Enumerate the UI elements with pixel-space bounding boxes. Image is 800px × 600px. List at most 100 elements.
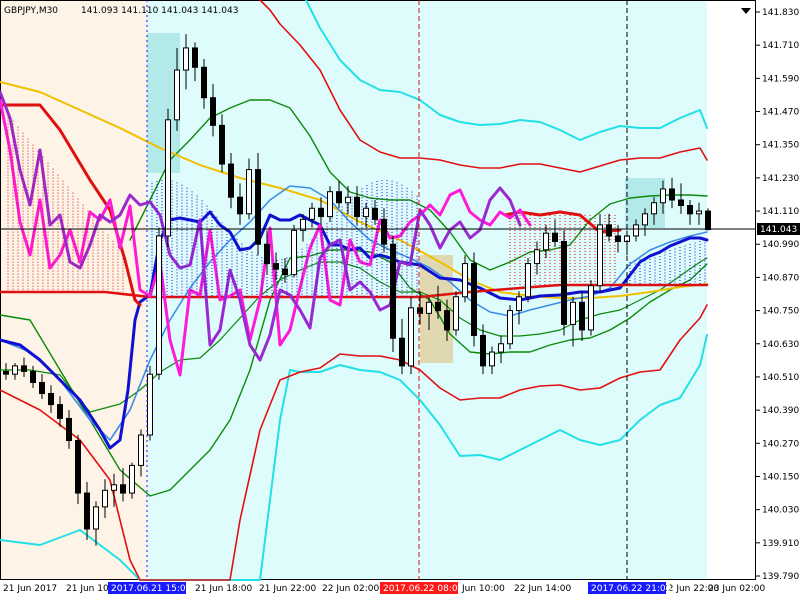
- candle-body: [381, 218, 387, 245]
- candle-body: [66, 417, 72, 442]
- candle-body: [327, 191, 333, 218]
- candle-body: [12, 365, 18, 375]
- candle-body: [84, 492, 90, 530]
- candle-body: [471, 263, 477, 336]
- time-axis-label: 21 Jun 18:00: [195, 584, 252, 594]
- candle-body: [597, 224, 603, 287]
- candle-body: [210, 97, 216, 126]
- candle-body: [480, 334, 486, 367]
- candle-body: [120, 484, 126, 494]
- price-tick-label: 141.710: [762, 41, 799, 51]
- candle-body: [237, 196, 243, 215]
- date-tag-blue-2: 2017.06.22 21:00: [591, 584, 672, 594]
- candle-body: [489, 351, 495, 367]
- candle-body: [336, 191, 342, 204]
- price-tick-label: 139.790: [762, 572, 799, 582]
- time-axis-label: 21 Jun 2017: [3, 584, 57, 594]
- time-axis-label: 23 Jun 02:00: [708, 584, 765, 594]
- candle-body: [75, 440, 81, 494]
- candle-body: [138, 434, 144, 466]
- candle-body: [165, 119, 171, 237]
- candle-body: [570, 301, 576, 325]
- price-tick-label: 141.470: [762, 108, 799, 118]
- candle-body: [408, 307, 414, 367]
- candle-body: [633, 224, 639, 237]
- price-tick-label: 141.350: [762, 141, 799, 151]
- candle-body: [615, 235, 621, 242]
- candle-body: [435, 301, 441, 312]
- candle-body: [642, 213, 648, 226]
- candle-body: [93, 506, 99, 530]
- candle-body: [129, 464, 135, 494]
- candle-body: [48, 393, 54, 406]
- candle-body: [651, 202, 657, 215]
- candle-body: [354, 196, 360, 218]
- candle-body: [156, 235, 162, 375]
- price-tick-label: 140.390: [762, 406, 799, 416]
- date-tag-blue-1: 2017.06.21 15:00: [111, 584, 192, 594]
- candle-body: [192, 47, 198, 68]
- price-tick-label: 141.230: [762, 174, 799, 184]
- candle-body: [543, 232, 549, 251]
- price-tick-label: 140.030: [762, 506, 799, 516]
- candle-body: [111, 484, 117, 491]
- candle-body: [246, 169, 252, 215]
- candle-body: [3, 370, 9, 375]
- candle-body: [417, 307, 423, 314]
- candle-body: [516, 296, 522, 312]
- candle-body: [30, 370, 36, 383]
- candle-body: [102, 489, 108, 508]
- candle-body: [264, 243, 270, 265]
- candle-body: [552, 232, 558, 242]
- time-axis-label: Jun 10:00: [461, 584, 505, 594]
- symbol-timeframe: GBPJPY,M30: [4, 6, 58, 16]
- candle-body: [498, 343, 504, 353]
- time-axis-label: 22 Jun 14:00: [514, 584, 571, 594]
- candle-body: [534, 249, 540, 265]
- candle-body: [318, 207, 324, 218]
- current-price-tag: 141.043: [760, 225, 797, 235]
- price-tick-label: 140.150: [762, 472, 799, 482]
- price-tick-label: 140.630: [762, 340, 799, 350]
- price-chart[interactable]: GBPJPY,M30 141.093 141.110 141.043 141.0…: [0, 0, 800, 600]
- candle-body: [507, 310, 513, 345]
- candle-body: [21, 365, 27, 372]
- candle-body: [228, 163, 234, 198]
- candle-body: [444, 310, 450, 331]
- candle-body: [426, 301, 432, 314]
- candle-body: [255, 169, 261, 245]
- price-tick-label: 139.910: [762, 539, 799, 549]
- candle-body: [345, 196, 351, 204]
- candle-body: [309, 207, 315, 220]
- candle-body: [291, 229, 297, 276]
- price-tick-label: 140.510: [762, 373, 799, 383]
- time-axis-label: 21 Jun 10: [66, 584, 109, 594]
- candle-body: [183, 47, 189, 71]
- candle-body: [561, 240, 567, 325]
- candle-body: [453, 296, 459, 331]
- ohlc-readout: 141.093 141.110 141.043 141.043: [81, 6, 238, 16]
- candle-body: [687, 205, 693, 215]
- price-tick-label: 141.590: [762, 74, 799, 84]
- candle-body: [282, 268, 288, 276]
- date-tag-red: 2017.06.22 08:00: [383, 584, 464, 594]
- price-tick-label: 140.750: [762, 307, 799, 317]
- candle-body: [174, 69, 180, 121]
- candle-body: [462, 263, 468, 298]
- candle-body: [525, 263, 531, 298]
- candle-body: [372, 207, 378, 220]
- candle-body: [390, 243, 396, 339]
- price-tick-label: 140.990: [762, 240, 799, 250]
- price-tick-label: 140.270: [762, 439, 799, 449]
- candle-body: [588, 285, 594, 331]
- candle-body: [579, 301, 585, 331]
- candle-body: [399, 337, 405, 367]
- candle-body: [660, 188, 666, 204]
- candle-body: [57, 404, 63, 419]
- candle-body: [678, 199, 684, 207]
- candle-body: [201, 66, 207, 99]
- candle-body: [696, 210, 702, 215]
- candle-body: [39, 381, 45, 395]
- candle-body: [606, 224, 612, 237]
- candle-body: [705, 210, 711, 231]
